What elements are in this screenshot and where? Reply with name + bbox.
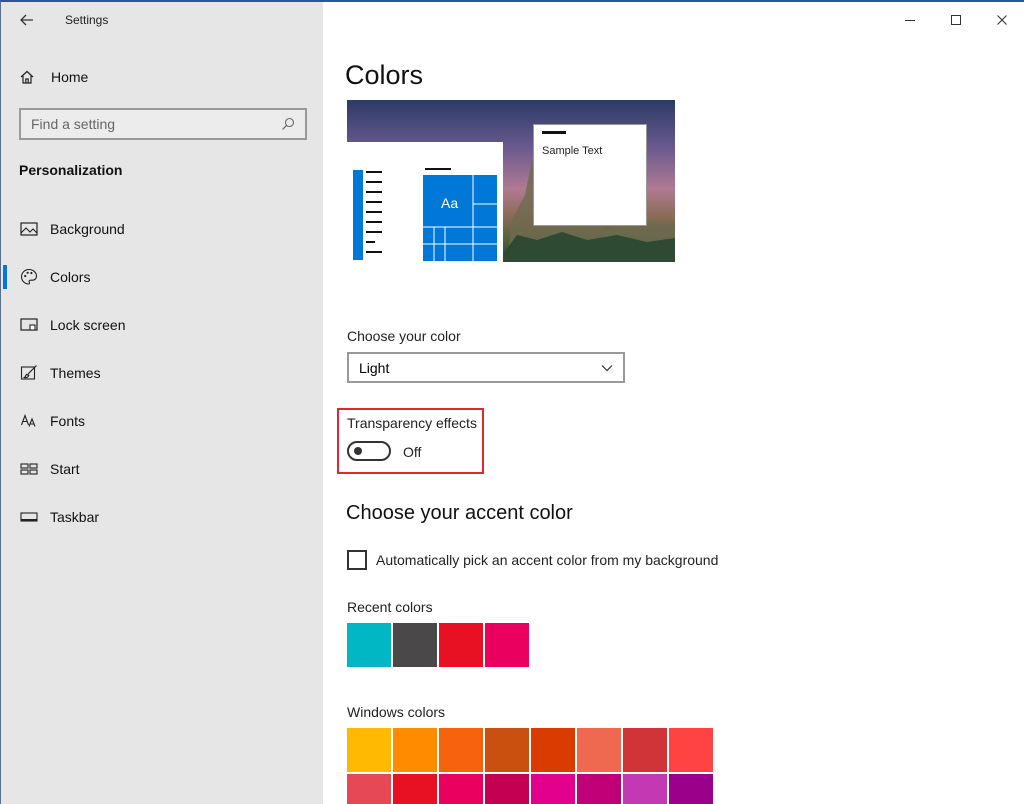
color-swatch[interactable]	[623, 774, 667, 804]
nav-item-background[interactable]: Background	[1, 209, 323, 249]
search-input[interactable]	[31, 116, 281, 132]
nav-item-label: Themes	[50, 365, 101, 381]
color-mode-dropdown[interactable]: Light	[347, 352, 625, 383]
minimize-icon	[905, 20, 915, 21]
search-icon	[282, 117, 295, 130]
color-swatch[interactable]	[669, 728, 713, 772]
back-button[interactable]	[13, 8, 41, 32]
search-box[interactable]	[19, 108, 307, 140]
color-swatch[interactable]	[623, 728, 667, 772]
nav-item-label: Taskbar	[50, 509, 100, 525]
windows-colors-label: Windows colors	[347, 704, 446, 720]
picture-icon	[19, 219, 39, 239]
home-icon	[20, 70, 34, 84]
nav-home[interactable]: Home	[19, 64, 309, 90]
maximize-button[interactable]	[933, 6, 979, 34]
preview-title-bar	[542, 131, 566, 134]
back-arrow-icon	[20, 14, 33, 26]
auto-accent-label: Automatically pick an accent color from …	[376, 552, 719, 568]
page-title: Colors	[345, 60, 424, 90]
auto-accent-option[interactable]: Automatically pick an accent color from …	[347, 550, 718, 570]
sidebar: Settings Home Personalization Background	[1, 2, 323, 804]
nav-item-label: Background	[50, 221, 125, 237]
preview-start-panel: Aa	[347, 142, 503, 262]
color-swatch[interactable]	[577, 728, 621, 772]
taskbar-icon	[19, 507, 39, 527]
lock-screen-icon	[19, 315, 39, 335]
recent-colors-label: Recent colors	[347, 599, 433, 615]
nav-home-label: Home	[51, 69, 89, 85]
color-swatch[interactable]	[439, 774, 483, 804]
font-icon	[19, 411, 39, 431]
transparency-label: Transparency effects	[347, 415, 477, 431]
color-swatch[interactable]	[347, 774, 391, 804]
color-swatch[interactable]	[531, 774, 575, 804]
color-swatch[interactable]	[485, 728, 529, 772]
palette-icon	[19, 267, 39, 287]
nav-item-fonts[interactable]: Fonts	[1, 401, 323, 441]
nav-item-label: Fonts	[50, 413, 86, 429]
preview-tile-text: Aa	[441, 195, 459, 211]
color-swatch[interactable]	[531, 728, 575, 772]
transparency-toggle[interactable]	[347, 441, 391, 461]
settings-window: Settings Home Personalization Background	[0, 0, 1024, 804]
color-swatch[interactable]	[485, 774, 529, 804]
color-swatch[interactable]	[577, 774, 621, 804]
color-swatch[interactable]	[347, 623, 391, 667]
close-icon	[997, 15, 1007, 25]
close-button[interactable]	[979, 6, 1024, 34]
brush-icon	[19, 363, 39, 383]
nav-item-label: Start	[50, 461, 80, 477]
section-title: Personalization	[19, 162, 123, 178]
color-swatch[interactable]	[347, 728, 391, 772]
color-swatch[interactable]	[393, 623, 437, 667]
nav-item-start[interactable]: Start	[1, 449, 323, 489]
color-swatch[interactable]	[669, 774, 713, 804]
windows-colors-row	[347, 774, 713, 804]
choose-color-label: Choose your color	[347, 328, 461, 344]
maximize-icon	[951, 15, 961, 25]
accent-heading: Choose your accent color	[346, 502, 573, 524]
nav-item-label: Colors	[50, 269, 91, 285]
main-content: Colors Aa Sample Text Choose your color …	[323, 2, 1024, 804]
transparency-state: Off	[403, 444, 422, 460]
color-mode-value: Light	[359, 359, 390, 376]
start-icon	[19, 459, 39, 479]
nav-item-label: Lock screen	[50, 317, 126, 333]
color-swatch[interactable]	[393, 774, 437, 804]
chevron-down-icon	[601, 364, 613, 371]
minimize-button[interactable]	[887, 6, 933, 34]
auto-accent-checkbox[interactable]	[347, 550, 367, 570]
color-preview: Aa Sample Text	[347, 100, 675, 262]
app-title: Settings	[65, 13, 109, 27]
preview-sample-text: Sample Text	[542, 145, 603, 157]
nav-item-lock-screen[interactable]: Lock screen	[1, 305, 323, 345]
nav-item-taskbar[interactable]: Taskbar	[1, 497, 323, 537]
color-swatch[interactable]	[439, 728, 483, 772]
color-swatch[interactable]	[393, 728, 437, 772]
nav-item-themes[interactable]: Themes	[1, 353, 323, 393]
start-menu-preview	[353, 168, 497, 261]
color-swatch[interactable]	[439, 623, 483, 667]
color-swatch[interactable]	[485, 623, 529, 667]
toggle-knob	[354, 447, 362, 455]
recent-colors	[347, 623, 529, 667]
windows-colors-row	[347, 728, 713, 772]
nav-item-colors[interactable]: Colors	[1, 257, 323, 297]
preview-window: Sample Text	[533, 124, 647, 226]
